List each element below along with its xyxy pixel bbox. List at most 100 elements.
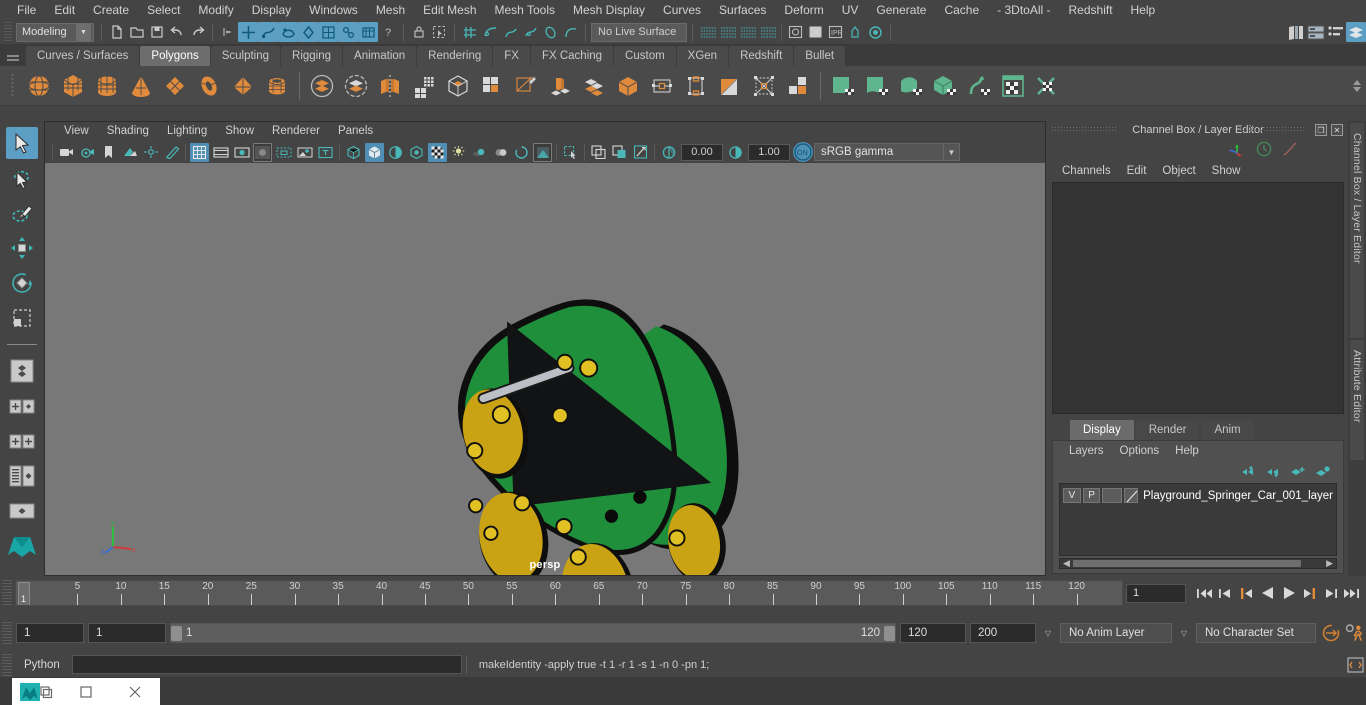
history-toggle-icon[interactable] [758, 22, 778, 42]
channel-box-toggle-icon[interactable] [1346, 22, 1366, 42]
film-origin-icon[interactable] [274, 143, 293, 162]
bookmark-icon[interactable] [99, 143, 118, 162]
anim-start-field[interactable]: 1 [16, 623, 84, 643]
snap-to-view-plane-icon[interactable] [540, 22, 560, 42]
layer-menu-options[interactable]: Options [1112, 445, 1168, 457]
two-pane-layout-icon[interactable] [6, 390, 38, 422]
smooth-shade-icon[interactable] [365, 142, 384, 162]
menu-deform[interactable]: Deform [775, 0, 832, 20]
uv-spherical-icon[interactable] [894, 69, 928, 103]
highlight-selection-icon[interactable] [429, 22, 449, 42]
viewport-menu-panels[interactable]: Panels [329, 122, 382, 141]
paint-select-tool-icon[interactable] [6, 197, 38, 229]
channel-clock-icon[interactable] [1256, 141, 1272, 157]
shelf-row-grip[interactable] [4, 69, 22, 103]
open-scene-icon[interactable] [127, 22, 147, 42]
step-forward-keyframe-icon[interactable] [1320, 582, 1341, 604]
menu-surfaces[interactable]: Surfaces [710, 0, 775, 20]
select-tool-icon[interactable] [6, 127, 38, 159]
poly-cone-icon[interactable] [124, 69, 158, 103]
shelf-tab-xgen[interactable]: XGen [676, 46, 729, 66]
time-slider[interactable]: 1 5 10 15 20 25 30 35 40 45 50 55 60 65 70 75 80 85 90 95 1… [15, 580, 1123, 606]
animation-preferences-icon[interactable] [1345, 622, 1366, 644]
layer-menu-help[interactable]: Help [1167, 445, 1207, 457]
layer-playback-toggle[interactable]: P [1082, 488, 1101, 503]
maya-app-icon[interactable] [12, 678, 61, 705]
layer-list[interactable]: V P Playground_Springer_Car_001_layer [1059, 483, 1337, 556]
channel-menu-edit[interactable]: Edit [1119, 165, 1155, 177]
viewport-menu-view[interactable]: View [55, 122, 98, 141]
uv-cylindrical-icon[interactable] [860, 69, 894, 103]
panel-drag-dots-left[interactable] [1052, 127, 1116, 132]
tab-display[interactable]: Display [1070, 420, 1134, 440]
channel-menu-show[interactable]: Show [1204, 165, 1249, 177]
range-slider-left-handle[interactable] [171, 625, 182, 641]
shelf-tab-rigging[interactable]: Rigging [281, 46, 343, 66]
snap-to-projected-icon[interactable] [520, 22, 540, 42]
channel-curve-icon[interactable] [1282, 141, 1298, 157]
close-icon[interactable]: ✕ [1331, 124, 1343, 136]
poly-mirror-icon[interactable] [373, 69, 407, 103]
layer-list-horizontal-scrollbar[interactable]: ◀ ▶ [1059, 558, 1337, 569]
sidebar-toggle-icon[interactable] [1286, 22, 1306, 42]
poly-append-icon[interactable] [679, 69, 713, 103]
ssao-icon[interactable] [470, 143, 489, 162]
shelf-tab-polygons[interactable]: Polygons [140, 46, 210, 66]
construction-history-icon[interactable] [738, 22, 758, 42]
xray-shading-icon[interactable] [589, 143, 608, 162]
menu-edit-mesh[interactable]: Edit Mesh [414, 0, 485, 20]
exposure-reset-icon[interactable] [659, 143, 678, 162]
close-window-icon[interactable] [111, 678, 160, 705]
exposure-icon[interactable] [295, 143, 314, 162]
poly-pyramid-icon[interactable] [226, 69, 260, 103]
redo-icon[interactable] [187, 22, 207, 42]
select-by-surface-icon[interactable] [278, 22, 298, 42]
select-by-hierarchy-icon[interactable] [238, 22, 258, 42]
poly-combine-icon[interactable] [475, 69, 509, 103]
anim-layer-selector[interactable]: No Anim Layer [1060, 623, 1172, 643]
tab-anim[interactable]: Anim [1201, 420, 1254, 440]
menu-mesh-display[interactable]: Mesh Display [564, 0, 654, 20]
gamma-field[interactable]: 1.00 [748, 143, 790, 161]
move-tool-icon[interactable] [6, 232, 38, 264]
output-connections-icon[interactable] [718, 22, 738, 42]
character-set-chevron-down-icon[interactable]: ▽ [1176, 623, 1192, 643]
new-scene-icon[interactable] [107, 22, 127, 42]
go-to-start-icon[interactable] [1194, 582, 1215, 604]
menu-uv[interactable]: UV [833, 0, 868, 20]
vertical-tab-channel-box[interactable]: Channel Box / Layer Editor [1350, 123, 1364, 338]
outliner-layout-icon[interactable] [6, 460, 38, 492]
anti-alias-icon[interactable] [512, 143, 531, 162]
menu-mesh-tools[interactable]: Mesh Tools [486, 0, 564, 20]
menu-create[interactable]: Create [84, 0, 138, 20]
shelf-tab-curves-surfaces[interactable]: Curves / Surfaces [26, 46, 140, 66]
film-gate-icon[interactable] [211, 143, 230, 162]
move-layer-down-icon[interactable] [1265, 465, 1281, 478]
uv-cut-icon[interactable] [1030, 69, 1064, 103]
selection-mode-dropdown-icon[interactable] [218, 22, 238, 42]
step-back-keyframe-icon[interactable] [1215, 582, 1236, 604]
shelf-tab-bullet[interactable]: Bullet [794, 46, 846, 66]
anim-layer-chevron-down-icon[interactable]: ▽ [1040, 623, 1056, 643]
ipr-render-icon[interactable] [805, 22, 825, 42]
uv-editor-icon[interactable] [996, 69, 1030, 103]
select-help-icon[interactable]: ? [378, 22, 398, 42]
save-scene-icon[interactable] [147, 22, 167, 42]
poly-wedge-icon[interactable] [713, 69, 747, 103]
play-backwards-icon[interactable] [1257, 582, 1278, 604]
resolution-gate-icon[interactable] [232, 143, 251, 162]
color-space-chevron-down-icon[interactable]: ▼ [944, 143, 960, 161]
viewport-3d[interactable]: y x z persp [45, 163, 1045, 575]
render-current-frame-icon[interactable] [785, 22, 805, 42]
camera-attributes-icon[interactable] [78, 143, 97, 162]
shelf-tab-fx-caching[interactable]: FX Caching [530, 46, 614, 66]
scroll-right-arrow-icon[interactable]: ▶ [1323, 558, 1336, 569]
layer-row[interactable]: V P Playground_Springer_Car_001_layer [1063, 487, 1333, 504]
poly-torus-icon[interactable] [192, 69, 226, 103]
tool-settings-toggle-icon[interactable] [1326, 22, 1346, 42]
poly-boolean-difference-icon[interactable] [339, 69, 373, 103]
xray-joints-icon[interactable] [610, 143, 629, 162]
poly-smooth-icon[interactable] [441, 69, 475, 103]
select-by-rendering-icon[interactable] [338, 22, 358, 42]
grease-pencil-icon[interactable] [162, 143, 181, 162]
